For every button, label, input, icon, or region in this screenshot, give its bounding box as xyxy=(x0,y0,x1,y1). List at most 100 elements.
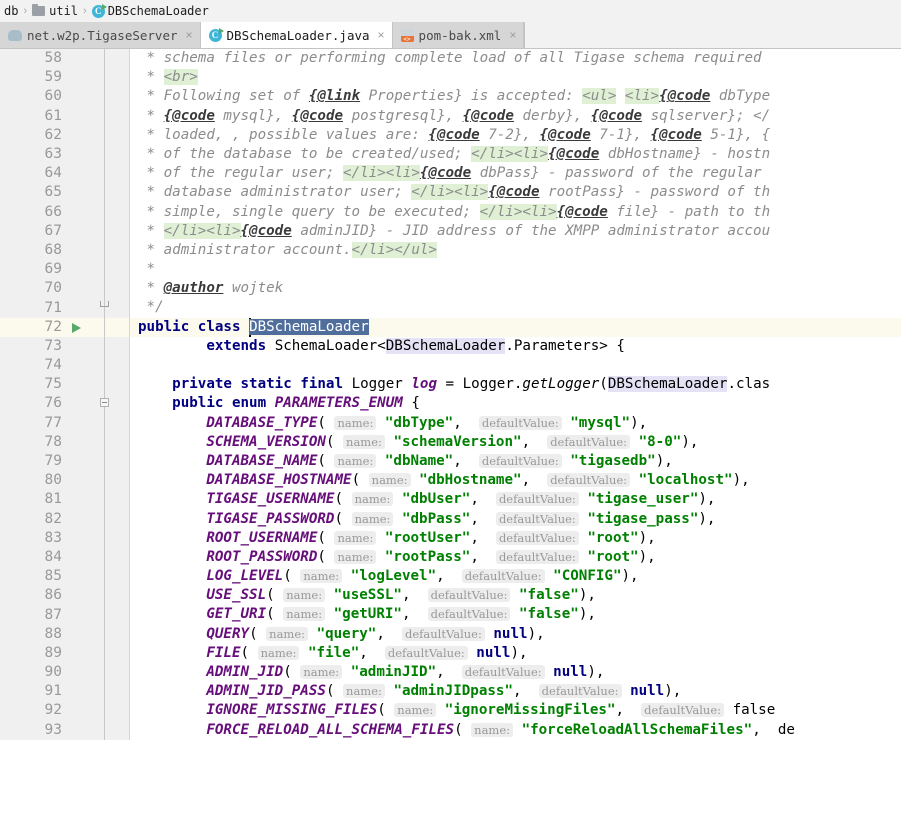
gutter[interactable]: 61 xyxy=(0,106,130,126)
code-text[interactable]: FILE( name: "file", defaultValue: null), xyxy=(130,644,901,663)
code-text[interactable]: DATABASE_HOSTNAME( name: "dbHostname", d… xyxy=(130,471,901,490)
code-line: 82 TIGASE_PASSWORD( name: "dbPass", defa… xyxy=(0,509,901,529)
code-text[interactable]: TIGASE_PASSWORD( name: "dbPass", default… xyxy=(130,510,901,529)
code-text[interactable]: GET_URI( name: "getURI", defaultValue: "… xyxy=(130,605,901,624)
gutter[interactable]: 84 xyxy=(0,547,130,568)
code-editor[interactable]: 58 * schema files or performing complete… xyxy=(0,49,901,832)
gutter[interactable]: 75 xyxy=(0,375,130,395)
gutter[interactable]: 89 xyxy=(0,643,130,663)
code-text[interactable]: * schema files or performing complete lo… xyxy=(130,49,901,68)
gutter[interactable]: 91 xyxy=(0,682,130,702)
gutter[interactable]: 58 xyxy=(0,49,130,69)
code-text[interactable]: USE_SSL( name: "useSSL", defaultValue: "… xyxy=(130,586,901,605)
line-number: 82 xyxy=(44,510,62,527)
gutter-icons xyxy=(68,375,124,395)
code-text[interactable]: * administrator account.</li></ul> xyxy=(130,241,901,260)
code-text[interactable]: * {@code mysql}, {@code postgresql}, {@c… xyxy=(130,107,901,126)
tab-dbschemaloader-java[interactable]: C DBSchemaLoader.java × xyxy=(200,22,393,48)
gutter-icons xyxy=(68,125,124,145)
gutter[interactable]: 92 xyxy=(0,701,130,721)
code-text[interactable]: * </li><li>{@code adminJID} - JID addres… xyxy=(130,222,901,241)
code-text[interactable]: ADMIN_JID_PASS( name: "adminJIDpass", de… xyxy=(130,682,901,701)
gutter[interactable]: 74 xyxy=(0,356,130,376)
code-text[interactable]: * database administrator user; </li><li>… xyxy=(130,183,901,202)
code-text[interactable]: LOG_LEVEL( name: "logLevel", defaultValu… xyxy=(130,567,901,586)
run-class-arrow-icon[interactable] xyxy=(72,322,81,333)
breadcrumb-item-dbschemaloader[interactable]: C DBSchemaLoader xyxy=(90,3,211,18)
tab-close-icon[interactable]: × xyxy=(509,28,516,42)
code-text[interactable]: * loaded, , possible values are: {@code … xyxy=(130,126,901,145)
code-line: 62 * loaded, , possible values are: {@co… xyxy=(0,125,901,145)
gutter[interactable]: 64 xyxy=(0,164,130,184)
code-line: 93 FORCE_RELOAD_ALL_SCHEMA_FILES( name: … xyxy=(0,720,901,740)
code-text[interactable]: * simple, single query to be executed; <… xyxy=(130,203,901,222)
code-text[interactable]: DATABASE_NAME( name: "dbName", defaultVa… xyxy=(130,452,901,471)
code-text[interactable]: ROOT_USERNAME( name: "rootUser", default… xyxy=(130,529,901,548)
gutter[interactable]: 82 xyxy=(0,509,130,529)
tab-tigase-server[interactable]: net.w2p.TigaseServer × xyxy=(0,22,201,48)
gutter[interactable]: 93 xyxy=(0,720,130,740)
tab-pom-bak-xml[interactable]: pom-bak.xml × xyxy=(392,22,525,48)
gutter[interactable]: 73 xyxy=(0,336,130,356)
fold-rail xyxy=(104,375,105,395)
gutter[interactable]: 85 xyxy=(0,567,130,587)
gutter[interactable]: 66 xyxy=(0,202,130,222)
gutter[interactable]: 79 xyxy=(0,451,130,472)
gutter-icons xyxy=(68,144,124,165)
gutter[interactable]: 69 xyxy=(0,260,130,280)
gutter[interactable]: 72 xyxy=(0,317,130,337)
gutter[interactable]: 63 xyxy=(0,144,130,165)
gutter[interactable]: 78 xyxy=(0,432,130,452)
code-text[interactable]: ADMIN_JID( name: "adminJID", defaultValu… xyxy=(130,663,901,682)
fold-end-marker-icon[interactable] xyxy=(100,301,109,308)
code-text[interactable]: * @author wojtek xyxy=(130,279,901,298)
gutter[interactable]: 71 xyxy=(0,298,130,318)
code-text[interactable]: IGNORE_MISSING_FILES( name: "ignoreMissi… xyxy=(130,701,901,720)
tab-close-icon[interactable]: × xyxy=(186,28,193,42)
code-line: 65 * database administrator user; </li><… xyxy=(0,183,901,203)
fold-rail xyxy=(104,336,105,356)
gutter[interactable]: 83 xyxy=(0,528,130,548)
code-text[interactable]: private static final Logger log = Logger… xyxy=(130,375,901,394)
code-text[interactable]: QUERY( name: "query", defaultValue: null… xyxy=(130,625,901,644)
code-text[interactable]: * Following set of {@link Properties} is… xyxy=(130,87,901,106)
gutter[interactable]: 76 xyxy=(0,394,130,414)
code-text[interactable]: public enum PARAMETERS_ENUM { xyxy=(130,394,901,413)
gutter[interactable]: 60 xyxy=(0,87,130,107)
gutter[interactable]: 67 xyxy=(0,221,130,241)
gutter[interactable]: 65 xyxy=(0,183,130,203)
code-text[interactable]: TIGASE_USERNAME( name: "dbUser", default… xyxy=(130,490,901,509)
fold-rail xyxy=(104,451,105,472)
code-text[interactable]: ROOT_PASSWORD( name: "rootPass", default… xyxy=(130,548,901,567)
gutter[interactable]: 68 xyxy=(0,240,130,261)
gutter[interactable]: 59 xyxy=(0,68,130,88)
code-text[interactable]: * xyxy=(130,260,901,279)
gutter[interactable]: 87 xyxy=(0,605,130,625)
gutter[interactable]: 80 xyxy=(0,471,130,491)
breadcrumb-label-util: util xyxy=(49,4,79,18)
code-text[interactable]: * <br> xyxy=(130,68,901,87)
code-text[interactable]: DATABASE_TYPE( name: "dbType", defaultVa… xyxy=(130,414,901,433)
code-text[interactable]: FORCE_RELOAD_ALL_SCHEMA_FILES( name: "fo… xyxy=(130,721,901,740)
code-text[interactable]: public class |DBSchemaLoader xyxy=(130,317,901,337)
gutter[interactable]: 86 xyxy=(0,586,130,606)
code-text[interactable]: SCHEMA_VERSION( name: "schemaVersion", d… xyxy=(130,433,901,452)
breadcrumb-item-db[interactable]: db xyxy=(2,4,20,18)
code-text[interactable]: extends SchemaLoader<DBSchemaLoader.Para… xyxy=(130,337,901,356)
breadcrumb-item-util[interactable]: util xyxy=(30,4,80,18)
code-text[interactable]: * of the regular user; </li><li>{@code d… xyxy=(130,164,901,183)
code-text[interactable]: */ xyxy=(130,298,901,317)
gutter[interactable]: 88 xyxy=(0,624,130,644)
breadcrumb: db › util › C DBSchemaLoader xyxy=(0,0,901,22)
fold-rail xyxy=(104,106,105,126)
gutter[interactable]: 77 xyxy=(0,413,130,433)
line-number: 84 xyxy=(44,548,62,565)
gutter[interactable]: 62 xyxy=(0,125,130,145)
gutter[interactable]: 90 xyxy=(0,663,130,683)
code-text[interactable] xyxy=(130,356,901,375)
code-text[interactable]: * of the database to be created/used; </… xyxy=(130,145,901,164)
gutter[interactable]: 81 xyxy=(0,490,130,510)
tab-close-icon[interactable]: × xyxy=(378,28,385,42)
gutter[interactable]: 70 xyxy=(0,279,130,299)
fold-collapse-icon[interactable] xyxy=(100,398,109,408)
